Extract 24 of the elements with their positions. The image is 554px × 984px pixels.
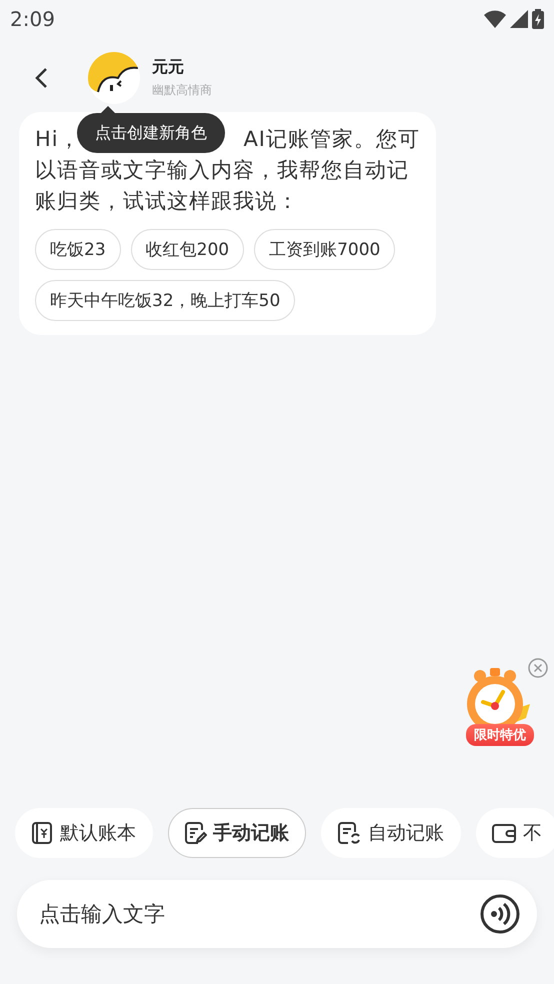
battery-charging-icon [532, 9, 544, 29]
signal-icon [510, 10, 528, 28]
status-time: 2:09 [10, 7, 55, 31]
tool-chip[interactable]: 自动记账 [321, 808, 461, 858]
assistant-subtitle: 幽默高情商 [152, 82, 212, 99]
tool-chip[interactable]: 手动记账 [168, 808, 306, 858]
tool-chip[interactable]: 不 [476, 808, 554, 858]
message-text: 以语音或文字输入内容，我帮您自动记账归类，试试这样跟我说： [35, 157, 410, 215]
suggestion-chip[interactable]: 收红包200 [130, 229, 244, 270]
close-icon[interactable] [528, 658, 548, 678]
tooltip: 点击创建新角色 [77, 106, 225, 153]
note-refresh-icon [336, 821, 362, 845]
text-input-field[interactable]: 点击输入文字 [17, 880, 537, 948]
note-pencil-icon [183, 821, 207, 845]
suggestion-chip[interactable]: 昨天中午吃饭32，晚上打车50 [35, 280, 296, 321]
wifi-icon [484, 10, 506, 28]
message-text: AI记账管家。您可 [243, 126, 420, 153]
assistant-name: 元元 [152, 57, 185, 78]
voice-icon[interactable] [480, 894, 520, 934]
tool-chip[interactable]: 默认账本 [15, 808, 153, 858]
ledger-icon [30, 821, 54, 845]
suggestion-chip[interactable]: 吃饭23 [35, 229, 121, 270]
suggestion-chip[interactable]: 工资到账7000 [254, 229, 396, 270]
wallet-icon [491, 821, 517, 845]
